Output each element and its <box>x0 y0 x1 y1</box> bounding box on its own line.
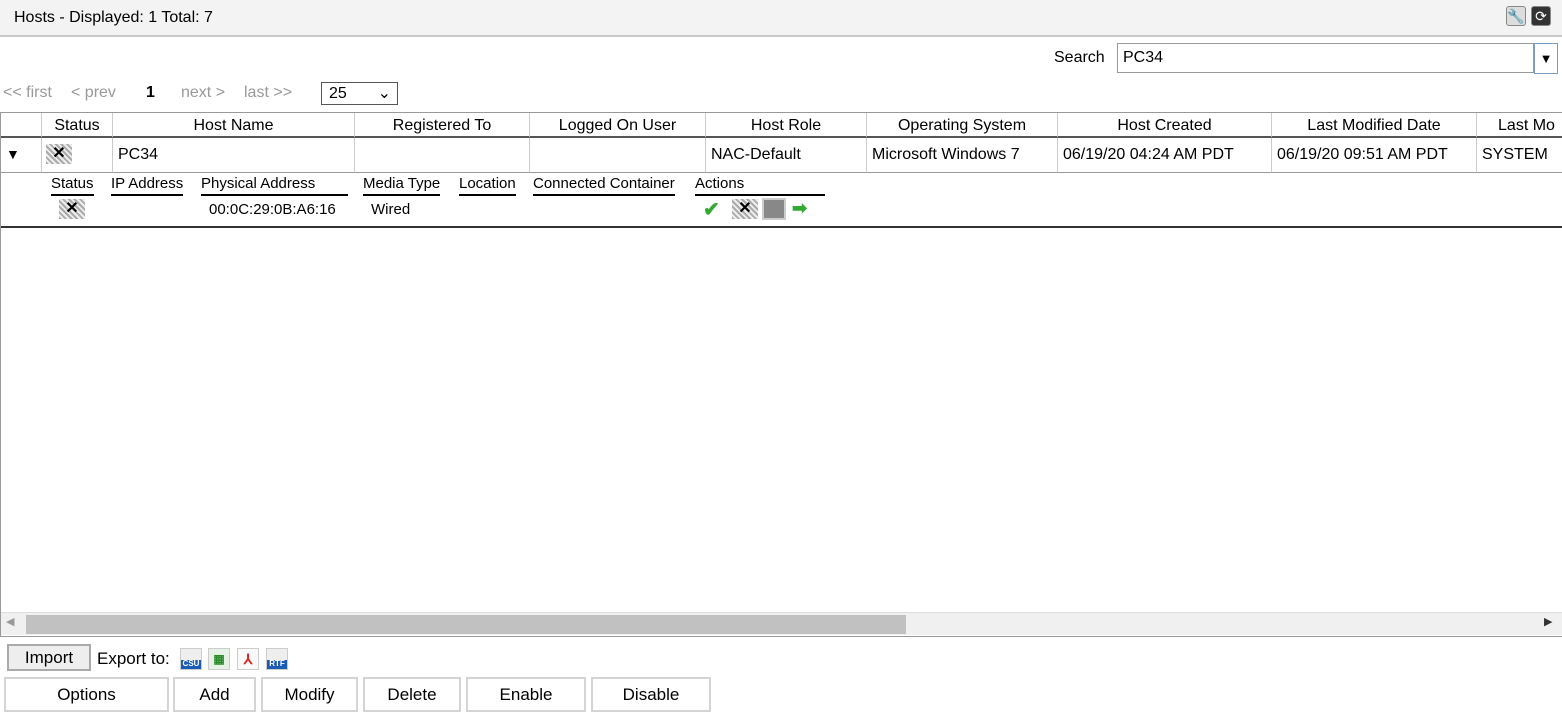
page-size-value: 25 <box>329 85 347 102</box>
wrench-icon[interactable]: 🔧 <box>1506 6 1526 26</box>
export-label: Export to: <box>97 649 170 668</box>
col-last-modified-by[interactable]: Last Mo <box>1477 113 1562 138</box>
pdf-export-icon[interactable]: ⅄ <box>237 648 259 670</box>
modified-by-cell: SYSTEM <box>1477 138 1562 173</box>
page-title: Hosts - Displayed: 1 Total: 7 <box>14 9 213 26</box>
status-cell: ✕ <box>42 138 113 173</box>
excel-export-icon[interactable]: ▦ <box>208 648 230 670</box>
detail-col-ip: IP Address <box>111 175 184 196</box>
modify-button[interactable]: Modify <box>261 677 358 712</box>
host-name-cell[interactable]: PC34 <box>113 138 355 173</box>
detail-col-location: Location <box>459 175 516 196</box>
col-logged-on-user[interactable]: Logged On User <box>530 113 706 138</box>
media-type: Wired <box>371 201 411 218</box>
col-host-name[interactable]: Host Name <box>113 113 355 138</box>
check-icon[interactable]: ✔ <box>703 197 720 222</box>
port-icon[interactable] <box>762 198 786 220</box>
page-size-select[interactable]: 25 ⌄ <box>321 82 398 105</box>
pager-next[interactable]: next > <box>181 84 225 102</box>
disable-button[interactable]: Disable <box>591 677 711 712</box>
detail-col-physical: Physical Address <box>201 175 348 196</box>
pager-prev[interactable]: < prev <box>71 84 116 102</box>
detail-col-status: Status <box>51 175 94 196</box>
detail-col-actions: Actions <box>695 175 825 196</box>
col-last-modified-date[interactable]: Last Modified Date <box>1272 113 1477 138</box>
search-dropdown-button[interactable]: ▼ <box>1534 43 1558 74</box>
csv-export-icon[interactable]: CSU <box>180 648 202 670</box>
delete-button[interactable]: Delete <box>363 677 461 712</box>
logged-on-user-cell <box>530 138 706 173</box>
host-status-icon: ✕ <box>46 144 72 164</box>
search-input[interactable] <box>1117 43 1534 73</box>
pager-last[interactable]: last >> <box>244 84 292 102</box>
col-registered-to[interactable]: Registered To <box>355 113 530 138</box>
physical-address: 00:0C:29:0B:A6:16 <box>209 201 336 218</box>
rtf-export-icon[interactable]: RTF <box>266 648 288 670</box>
scroll-left-icon[interactable]: ◀ <box>6 615 14 628</box>
pager-first[interactable]: << first <box>3 84 52 102</box>
detail-col-media: Media Type <box>363 175 441 196</box>
horizontal-scrollbar[interactable]: ◀ ▶ <box>1 612 1562 635</box>
add-button[interactable]: Add <box>173 677 256 712</box>
col-operating-system[interactable]: Operating System <box>867 113 1058 138</box>
col-host-created[interactable]: Host Created <box>1058 113 1272 138</box>
hosts-table: Status Host Name Registered To Logged On… <box>0 112 1562 637</box>
modified-cell: 06/19/20 09:51 AM PDT <box>1272 138 1477 173</box>
adapter-detail: Status IP Address Physical Address Media… <box>1 173 1562 228</box>
rtf-label: RTF <box>269 659 285 668</box>
search-label: Search <box>1054 49 1105 66</box>
scrollbar-thumb[interactable] <box>26 615 906 634</box>
refresh-icon[interactable]: ⟳ <box>1531 6 1551 26</box>
created-cell: 06/19/20 04:24 AM PDT <box>1058 138 1272 173</box>
scroll-right-icon[interactable]: ▶ <box>1544 615 1552 628</box>
col-host-role[interactable]: Host Role <box>706 113 867 138</box>
csv-label: CSU <box>182 659 200 668</box>
title-bar: Hosts - Displayed: 1 Total: 7 🔧 ⟳ <box>0 0 1562 37</box>
import-button[interactable]: Import <box>7 644 91 671</box>
options-button[interactable]: Options <box>4 677 169 712</box>
os-cell: Microsoft Windows 7 <box>867 138 1058 173</box>
registered-to-cell <box>355 138 530 173</box>
enable-button[interactable]: Enable <box>466 677 586 712</box>
host-role-cell: NAC-Default <box>706 138 867 173</box>
pager-current: 1 <box>146 84 155 101</box>
expand-toggle-icon[interactable]: ▼ <box>1 138 42 173</box>
chevron-down-icon: ⌄ <box>377 85 391 102</box>
detail-col-container: Connected Container <box>533 175 675 196</box>
col-status[interactable]: Status <box>42 113 113 138</box>
col-expand <box>1 113 42 138</box>
adapter-status-icon: ✕ <box>59 199 85 219</box>
disconnect-icon[interactable]: ✕ <box>732 199 758 219</box>
move-arrow-icon[interactable]: ➡ <box>792 198 807 219</box>
